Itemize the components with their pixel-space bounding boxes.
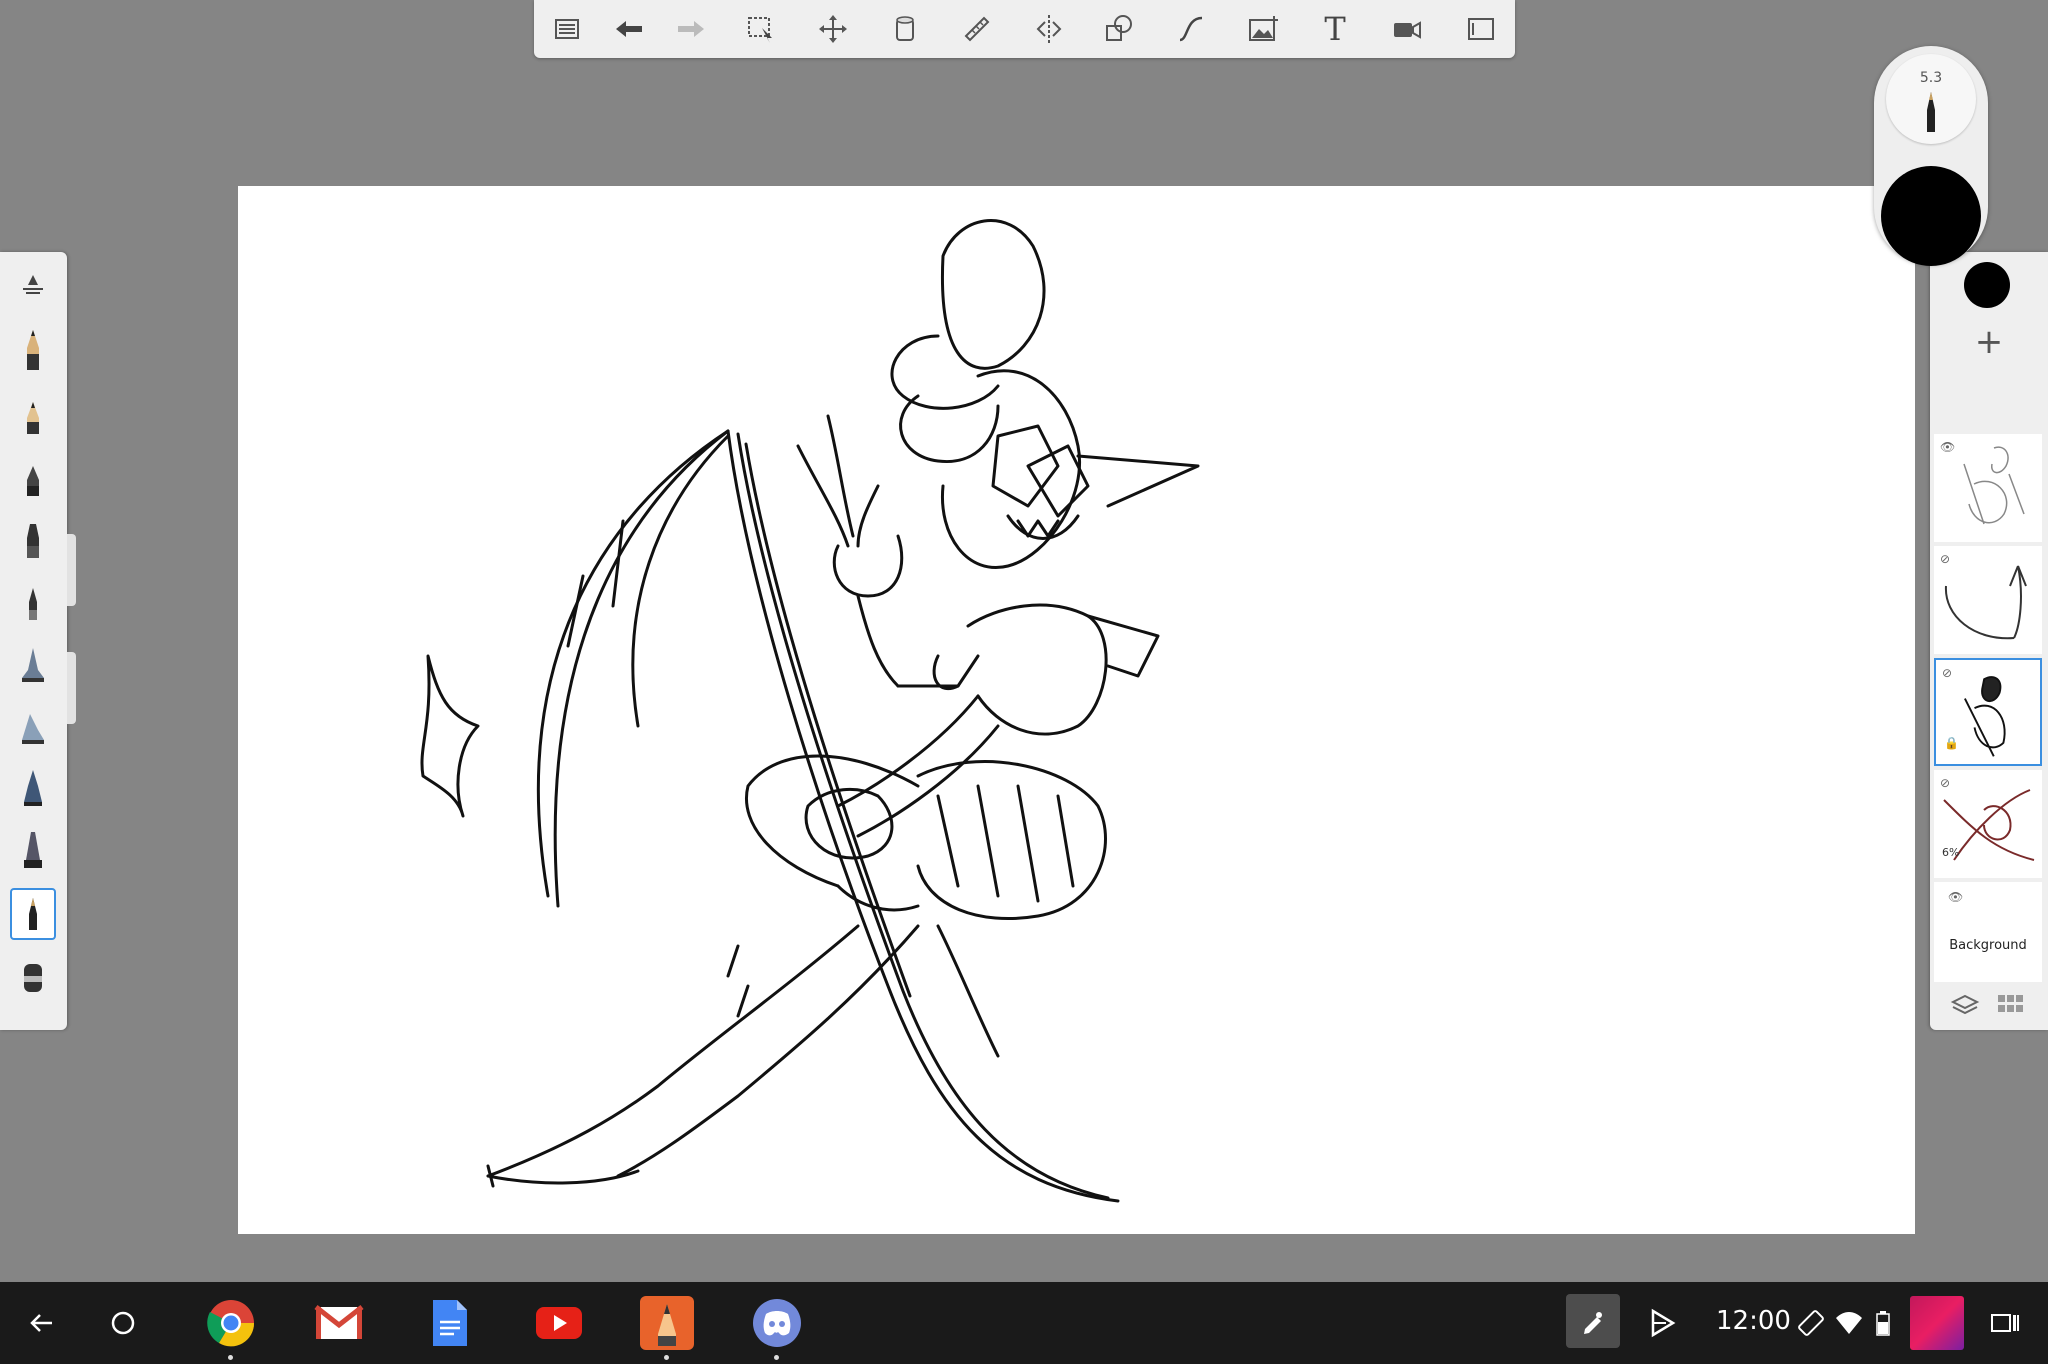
battery-icon[interactable] [1876, 1310, 1890, 1336]
ink-pen-icon [1927, 92, 1935, 132]
chrome-icon[interactable] [204, 1296, 258, 1360]
soft-airbrush-icon[interactable] [10, 700, 56, 752]
overview-icon[interactable] [1990, 1308, 2020, 1338]
clock[interactable]: 12:00 [1716, 1306, 1791, 1336]
ink-pen-icon[interactable] [10, 888, 56, 940]
brush-palette [0, 252, 76, 1030]
ruler-icon[interactable] [954, 8, 1000, 50]
layer-scythe[interactable]: ⊘ [1934, 546, 2042, 654]
lock-icon[interactable]: 🔒 [1944, 736, 1959, 750]
eye-icon[interactable]: 👁 [1948, 890, 1963, 904]
brush-settings-icon[interactable] [10, 260, 56, 312]
fineliner-icon[interactable] [10, 576, 56, 628]
layer-ink[interactable]: ⊘ 🔒 [1934, 658, 2042, 766]
running-indicator [228, 1355, 233, 1360]
avatar[interactable] [1910, 1296, 1964, 1350]
wifi-icon[interactable] [1834, 1308, 1864, 1338]
pencil-icon[interactable] [10, 324, 56, 376]
layer-color-rough-preview [1943, 789, 2035, 861]
smudge-icon[interactable] [10, 952, 56, 1004]
move-icon[interactable] [810, 8, 856, 50]
video-camera-icon[interactable] [1384, 8, 1430, 50]
layer-sketch[interactable]: 👁 [1934, 434, 2042, 542]
eye-hidden-icon[interactable]: ⊘ [1942, 666, 1952, 680]
top-toolbar: T [534, 0, 1515, 58]
undo-arrow-icon[interactable] [606, 8, 652, 50]
add-layer-button[interactable]: + [1930, 322, 2048, 362]
grid-view-icon[interactable] [1996, 992, 2026, 1018]
text-glyph: T [1324, 10, 1346, 48]
background-layer-label: Background [1949, 938, 2027, 953]
ballpoint-pen-icon[interactable] [10, 452, 56, 504]
system-shelf: 12:00 [0, 1282, 2048, 1364]
eye-hidden-icon[interactable]: ⊘ [1940, 776, 1950, 790]
back-arrow-icon[interactable] [14, 1296, 68, 1350]
palette-drag-tab-upper[interactable] [67, 534, 76, 606]
layer-background[interactable]: 👁 Background [1934, 882, 2042, 982]
rotation-lock-icon[interactable] [1796, 1308, 1826, 1338]
youtube-icon[interactable] [532, 1296, 586, 1350]
brush-size-control[interactable]: 5.3 [1886, 54, 1976, 144]
sketchbook-icon[interactable] [640, 1296, 694, 1360]
discord-icon[interactable] [750, 1296, 804, 1360]
curve-icon[interactable] [1168, 8, 1214, 50]
fill-bucket-icon[interactable] [882, 8, 928, 50]
running-indicator [774, 1355, 779, 1360]
layer-color-rough[interactable]: ⊘ 6% [1934, 770, 2042, 878]
stylus-icon [1584, 1312, 1602, 1334]
list-icon[interactable] [544, 8, 590, 50]
brush-puck[interactable]: 5.3 [1874, 46, 1988, 266]
docs-icon[interactable] [422, 1296, 476, 1350]
layers-panel: + 👁 ⊘ ⊘ 🔒 ⊘ 6% 👁 Background [1930, 252, 2048, 1030]
drawing-canvas[interactable] [238, 186, 1915, 1234]
gmail-icon[interactable] [312, 1296, 366, 1350]
layer-scythe-preview [1944, 565, 2027, 640]
layer-opacity-label: 6% [1942, 846, 1960, 859]
airbrush-icon[interactable] [10, 638, 56, 690]
color-puck[interactable] [1881, 166, 1981, 266]
palette-drag-tab-lower[interactable] [67, 652, 76, 724]
symmetry-icon[interactable] [1026, 8, 1072, 50]
shapes-icon[interactable] [1096, 8, 1142, 50]
hard-pencil-icon[interactable] [10, 390, 56, 442]
redo-arrow-icon[interactable] [668, 8, 714, 50]
chisel-marker-icon[interactable] [10, 762, 56, 814]
play-store-icon[interactable] [1646, 1306, 1680, 1340]
marker-icon[interactable] [10, 514, 56, 566]
stylus-tools-button[interactable] [1566, 1294, 1620, 1348]
launcher-circle-icon[interactable] [96, 1296, 150, 1350]
current-color-swatch[interactable] [1964, 262, 2010, 308]
text-icon[interactable]: T [1312, 8, 1358, 50]
eye-hidden-icon[interactable]: ⊘ [1940, 552, 1950, 566]
brush-size-value: 5.3 [1919, 70, 1943, 86]
running-indicator [664, 1355, 669, 1360]
layer-stack-icon[interactable] [1950, 990, 1980, 1020]
paint-brush-icon[interactable] [10, 824, 56, 876]
character-sketch [420, 219, 1200, 1203]
eye-icon[interactable]: 👁 [1940, 440, 1955, 454]
fullscreen-icon[interactable] [1458, 8, 1504, 50]
image-icon[interactable] [1240, 8, 1286, 50]
selection-icon[interactable] [738, 8, 784, 50]
